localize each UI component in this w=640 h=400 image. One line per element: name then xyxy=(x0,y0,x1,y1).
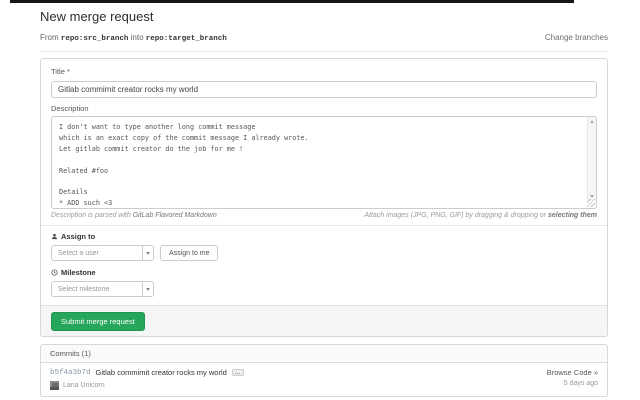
commit-time: 5 days ago xyxy=(563,380,598,387)
commit-toggle-button[interactable]: ... xyxy=(231,369,244,376)
description-textarea[interactable]: I don't want to type another long commit… xyxy=(51,116,597,209)
milestone-select[interactable]: Select milestone xyxy=(51,281,154,297)
markdown-hint-text: Description is parsed with xyxy=(51,212,131,219)
top-border xyxy=(10,0,574,3)
select-files-link[interactable]: selecting them xyxy=(548,212,597,219)
milestone-placeholder: Select milestone xyxy=(58,285,110,293)
form-body: Title * Description I don't want to type… xyxy=(41,59,607,305)
new-merge-request-page: New merge request From repo:src_branch i… xyxy=(40,0,608,397)
milestone-icon xyxy=(51,269,58,276)
form-divider xyxy=(41,225,607,226)
title-label: Title * xyxy=(51,67,70,76)
description-label: Description xyxy=(51,104,89,113)
milestone-label: Milestone xyxy=(51,268,597,277)
markdown-link[interactable]: GitLab Flavored Markdown xyxy=(133,212,217,219)
commit-author: Lana Unicorn xyxy=(63,382,105,389)
assign-to-me-button[interactable]: Assign to me xyxy=(160,245,219,261)
description-text: I don't want to type another long commit… xyxy=(59,123,309,208)
commit-sha-link[interactable]: b5f4a3b7d xyxy=(50,369,91,377)
commit-info: b5f4a3b7d Gitlab commimit creator rocks … xyxy=(50,368,244,390)
into-label: into xyxy=(130,33,144,42)
resize-handle-icon[interactable] xyxy=(587,199,595,207)
avatar xyxy=(50,381,59,390)
caret-down-icon xyxy=(142,282,153,296)
commits-header: Commits (1) xyxy=(41,345,607,363)
browse-code-link[interactable]: Browse Code » xyxy=(547,368,598,377)
assignee-placeholder: Select a user xyxy=(58,249,99,257)
commit-title: Gitlab commimit creator rocks my world xyxy=(95,368,227,377)
commit-row: b5f4a3b7d Gitlab commimit creator rocks … xyxy=(41,363,607,396)
assignee-select[interactable]: Select a user xyxy=(51,245,154,261)
target-branch-ref: repo:target_branch xyxy=(145,35,227,43)
scroll-up-icon[interactable] xyxy=(588,117,596,125)
branch-info: From repo:src_branch into repo:target_br… xyxy=(40,33,227,43)
change-branches-link[interactable]: Change branches xyxy=(545,33,608,42)
markdown-hint: Description is parsed with GitLab Flavor… xyxy=(51,212,217,219)
hints-row: Description is parsed with GitLab Flavor… xyxy=(51,212,597,219)
title-input[interactable] xyxy=(51,81,597,98)
assignee-row: Select a user Assign to me xyxy=(51,245,597,261)
branch-row: From repo:src_branch into repo:target_br… xyxy=(40,33,608,52)
source-branch-ref: repo:src_branch xyxy=(60,35,129,43)
assign-to-label: Assign to xyxy=(51,232,597,241)
assign-to-icon xyxy=(51,233,58,240)
caret-down-icon xyxy=(142,246,153,260)
from-label: From xyxy=(40,33,59,42)
form-actions: Submit merge request xyxy=(41,305,607,336)
page-title: New merge request xyxy=(40,9,154,24)
submit-merge-request-button[interactable]: Submit merge request xyxy=(51,312,145,331)
merge-request-form: Title * Description I don't want to type… xyxy=(40,58,608,337)
commit-meta: Browse Code » 5 days ago xyxy=(547,368,598,390)
attach-hint: Attach images (JPG, PNG, GIF) by draggin… xyxy=(364,212,597,219)
attach-hint-text: Attach images (JPG, PNG, GIF) by draggin… xyxy=(364,212,548,219)
commits-panel: Commits (1) b5f4a3b7d Gitlab commimit cr… xyxy=(40,344,608,397)
textarea-scrollbar[interactable] xyxy=(587,117,596,200)
